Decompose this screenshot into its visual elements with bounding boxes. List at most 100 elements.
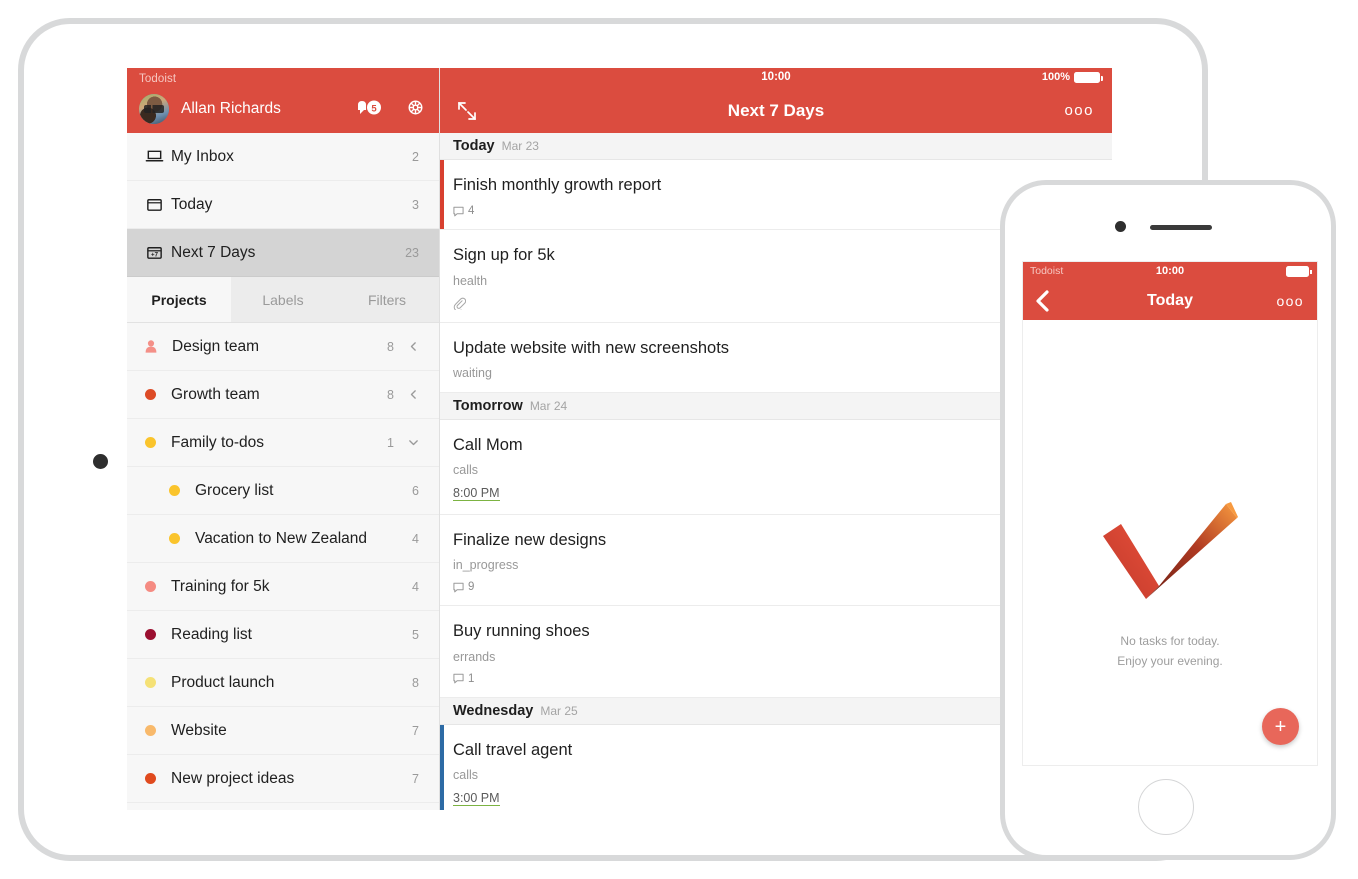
project-item[interactable]: Family to-dos1 — [127, 419, 439, 467]
sidebar-item-my-inbox[interactable]: My Inbox2 — [127, 133, 439, 181]
project-color-dot — [145, 677, 156, 688]
day-name: Wednesday — [453, 703, 533, 719]
calendar-7-icon: +7 — [145, 243, 171, 262]
project-color-dot — [145, 725, 156, 736]
project-item[interactable]: Reading list5 — [127, 611, 439, 659]
sidebar-item-label: Next 7 Days — [171, 244, 405, 262]
task-due-time[interactable]: 8:00 PM — [453, 486, 500, 501]
project-list: Design team8Growth team8Family to-dos1Gr… — [127, 323, 439, 810]
comment-icon — [453, 673, 464, 684]
project-color-dot — [145, 389, 156, 400]
empty-state-line-1: No tasks for today. — [1023, 632, 1317, 652]
project-count: 1 — [387, 436, 394, 450]
project-color-dot — [145, 629, 156, 640]
project-name: Website — [171, 722, 412, 740]
project-color-dot — [145, 773, 156, 784]
tab-labels[interactable]: Labels — [231, 277, 335, 322]
project-name: Family to-dos — [171, 434, 387, 452]
notification-badge-count: 5 — [371, 103, 377, 114]
chevron-left-icon[interactable] — [408, 341, 419, 352]
user-profile[interactable]: Allan Richards — [139, 94, 281, 124]
project-name: Reading list — [171, 626, 412, 644]
phone-screen: Todoist 10:00 Today ooo — [1022, 261, 1318, 766]
gear-icon[interactable] — [406, 98, 425, 117]
notification-bell-icon[interactable]: 5 — [356, 99, 386, 117]
project-count: 6 — [412, 484, 419, 498]
project-color-dot — [145, 437, 156, 448]
project-count: 7 — [412, 724, 419, 738]
project-count: 7 — [412, 772, 419, 786]
comment-count: 4 — [468, 205, 474, 217]
phone-more-options-icon[interactable]: ooo — [1276, 293, 1304, 309]
sidebar-item-today[interactable]: Today3 — [127, 181, 439, 229]
status-time: 10:00 — [440, 71, 1112, 83]
avatar[interactable] — [139, 94, 169, 124]
tab-filters[interactable]: Filters — [335, 277, 439, 322]
tab-projects[interactable]: Projects — [127, 277, 231, 322]
project-count: 8 — [387, 388, 394, 402]
project-name: Product launch — [171, 674, 412, 692]
sidebar-item-label: Today — [171, 196, 412, 214]
sidebar-nav-list: My Inbox2Today3+7Next 7 Days23 — [127, 133, 439, 277]
chevron-left-icon[interactable] — [408, 389, 419, 400]
chevron-down-icon[interactable] — [408, 437, 419, 448]
comment-icon — [453, 582, 464, 593]
inbox-icon — [145, 147, 171, 166]
tablet-camera-icon — [93, 454, 108, 469]
project-item[interactable]: Vacation to New Zealand4 — [127, 515, 439, 563]
app-brand-label: Todoist — [139, 73, 176, 85]
main-nav-bar: Next 7 Days ooo — [440, 88, 1112, 133]
phone-status-bar: Todoist 10:00 — [1023, 262, 1317, 281]
phone-page-title: Today — [1023, 292, 1317, 310]
sidebar-item-next-7-days[interactable]: +7 Next 7 Days23 — [127, 229, 439, 277]
project-item[interactable]: Product launch8 — [127, 659, 439, 707]
project-item[interactable]: Design team8 — [127, 323, 439, 371]
project-name: Growth team — [171, 386, 387, 404]
more-options-icon[interactable]: ooo — [1064, 102, 1094, 119]
sidebar-item-count: 2 — [412, 150, 419, 164]
project-item[interactable]: New project ideas7 — [127, 755, 439, 803]
sidebar-item-count: 23 — [405, 246, 419, 260]
sidebar-item-count: 3 — [412, 198, 419, 212]
battery-indicator: 100% — [1042, 71, 1100, 83]
sidebar-header-actions: 5 — [356, 98, 425, 117]
phone-home-button[interactable] — [1138, 779, 1194, 835]
phone-content-area: No tasks for today. Enjoy your evening. … — [1023, 320, 1317, 766]
comment-icon — [453, 206, 464, 217]
add-task-button[interactable]: + — [1262, 708, 1299, 745]
day-header: TodayMar 23 — [440, 133, 1112, 160]
phone-device-frame: Todoist 10:00 Today ooo — [1000, 180, 1336, 860]
sidebar-header: Todoist Allan Richards 5 — [127, 68, 439, 133]
project-name: Design team — [172, 338, 387, 356]
svg-text:+7: +7 — [151, 251, 159, 258]
task-comment-meta[interactable]: 4 — [453, 205, 1096, 217]
empty-state-line-2: Enjoy your evening. — [1023, 652, 1317, 672]
calendar-icon — [145, 195, 171, 214]
sidebar: Todoist Allan Richards 5 — [127, 68, 440, 810]
phone-speaker-icon — [1150, 225, 1212, 230]
sidebar-tabs: ProjectsLabelsFilters — [127, 277, 439, 323]
phone-battery-icon — [1286, 266, 1309, 277]
project-count: 8 — [387, 340, 394, 354]
task-accent-bar — [440, 725, 444, 810]
day-date: Mar 23 — [502, 139, 539, 153]
project-name: Vacation to New Zealand — [195, 530, 412, 548]
task-accent-bar — [440, 160, 444, 229]
project-item[interactable]: Growth team8 — [127, 371, 439, 419]
day-date: Mar 24 — [530, 399, 567, 413]
tablet-screen: Todoist Allan Richards 5 — [127, 68, 1112, 810]
battery-percent-label: 100% — [1042, 71, 1070, 83]
phone-camera-icon — [1115, 221, 1126, 232]
battery-icon — [1074, 72, 1100, 83]
project-item[interactable]: Training for 5k4 — [127, 563, 439, 611]
project-item[interactable]: Website7 — [127, 707, 439, 755]
task-due-time[interactable]: 3:00 PM — [453, 791, 500, 806]
project-name: Grocery list — [195, 482, 412, 500]
tablet-status-bar: 10:00 100% — [440, 68, 1112, 88]
project-color-dot — [145, 581, 156, 592]
project-item[interactable]: Grocery list6 — [127, 467, 439, 515]
person-icon — [145, 340, 157, 353]
task-title: Finish monthly growth report — [453, 174, 1096, 196]
day-date: Mar 25 — [540, 704, 577, 718]
page-title: Next 7 Days — [440, 101, 1112, 121]
